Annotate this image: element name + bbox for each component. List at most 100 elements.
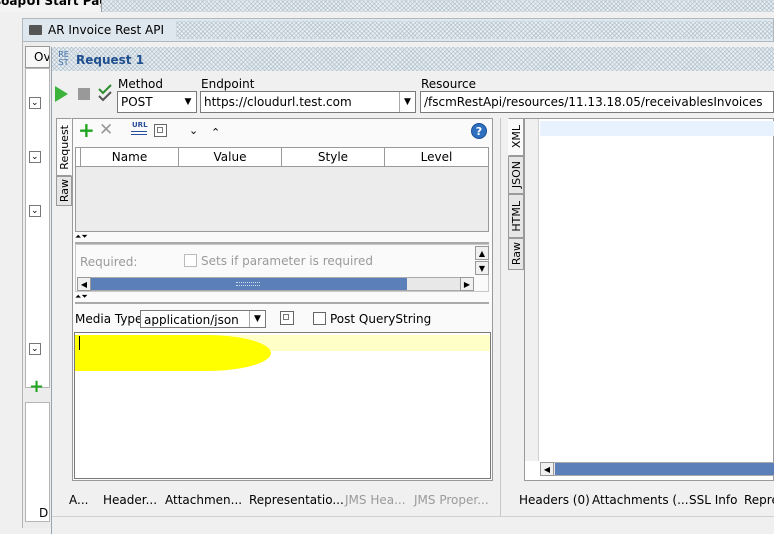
tab-jms-headers: JMS Hea... <box>345 493 406 507</box>
response-hscrollbar-thumb[interactable] <box>555 463 774 475</box>
text-cursor <box>79 336 80 350</box>
params-table: Name Value Style Level <box>75 147 489 232</box>
tab-html-label: HTML <box>509 200 523 232</box>
col-header-name[interactable]: Name <box>81 148 179 166</box>
splitter-arrows-icon[interactable]: ⏶⏷ <box>75 232 88 242</box>
post-querystring-checkbox[interactable] <box>313 312 326 325</box>
project-window-titlebar[interactable]: AR Invoice Rest API <box>22 18 774 42</box>
vscroll-up-icon[interactable]: ▲ <box>475 246 489 260</box>
resource-label: Resource <box>421 77 477 91</box>
tab-raw-right[interactable]: Raw <box>508 238 524 270</box>
tab-xml[interactable]: XML <box>508 118 524 156</box>
required-hint: Sets if parameter is required <box>201 254 373 268</box>
stop-icon[interactable] <box>78 88 90 100</box>
project-overview-tab-label: Ov <box>34 50 50 64</box>
media-type-select[interactable]: application/json ▼ <box>140 310 266 328</box>
chevron-down-icon: ⌄ <box>31 98 39 108</box>
params-table-header-border <box>76 166 488 167</box>
tab-raw-left[interactable]: Raw <box>56 176 72 206</box>
vscroll-down-icon[interactable]: ▼ <box>475 261 489 275</box>
resource-input[interactable]: /fscmRestApi/resources/11.13.18.05/recei… <box>420 91 774 113</box>
add-param-icon[interactable]: + <box>78 120 95 140</box>
response-panel <box>524 118 774 481</box>
top-tab-strip <box>0 0 774 12</box>
redaction-highlight <box>75 335 271 371</box>
tab-request[interactable]: Request <box>56 118 72 176</box>
required-checkbox[interactable] <box>184 254 197 267</box>
help-icon[interactable]: ? <box>471 123 487 139</box>
request-window-titlebar[interactable] <box>52 47 774 71</box>
chevron-down-icon: ▼ <box>184 97 192 107</box>
hscroll-right-icon[interactable]: ▶ <box>460 277 474 291</box>
tab-auth[interactable]: A... <box>69 493 88 507</box>
splitter-arrows-icon[interactable]: ⏶⏷ <box>75 292 88 302</box>
tab-raw-left-label: Raw <box>57 179 71 203</box>
move-down-icon[interactable]: ⌄ <box>189 125 198 136</box>
endpoint-label: Endpoint <box>201 77 255 91</box>
rest-badge-bottom: ST <box>58 58 69 67</box>
start-page-tab[interactable]: soapUI Start Page <box>0 0 102 12</box>
tab-json[interactable]: JSON <box>508 156 524 194</box>
response-hscroll-left-icon[interactable]: ◀ <box>540 462 554 476</box>
col-header-level[interactable]: Level <box>385 148 488 166</box>
run-icon[interactable] <box>55 86 68 102</box>
splitter-2[interactable] <box>75 302 489 304</box>
remove-param-icon[interactable]: ✕ <box>99 121 113 139</box>
media-type-options-icon[interactable] <box>280 311 294 325</box>
rest-badge-icon: RE ST <box>55 50 72 68</box>
tab-ssl-info[interactable]: SSL Info <box>689 493 737 507</box>
request-window-bottom-edge <box>52 516 774 534</box>
start-page-tab-label: soapUI Start Page <box>0 0 101 8</box>
media-type-label: Media Type <box>75 312 143 326</box>
endpoint-value: https://cloudurl.test.com <box>204 95 352 109</box>
tab-headers[interactable]: Header... <box>103 493 157 507</box>
required-label: Required: <box>80 255 138 269</box>
response-gutter <box>525 119 539 461</box>
expand-toggle-1[interactable]: ⌄ <box>29 97 41 109</box>
project-lower-panel <box>25 402 50 522</box>
expand-toggle-2[interactable]: ⌄ <box>29 151 41 163</box>
tab-response-representations[interactable]: Repre <box>744 493 774 507</box>
hscrollbar-thumb[interactable] <box>91 278 407 290</box>
chevron-down-icon: ⌄ <box>31 206 39 216</box>
request-window-title: Request 1 <box>76 53 145 67</box>
method-select[interactable]: POST ▼ <box>117 91 197 113</box>
project-footer-letter: D <box>39 506 49 520</box>
expand-toggle-3[interactable]: ⌄ <box>29 205 41 217</box>
help-icon-text: ? <box>475 124 483 138</box>
chevron-down-icon: ⌄ <box>31 152 39 162</box>
method-value: POST <box>121 95 153 109</box>
post-querystring-label: Post QueryString <box>330 312 432 326</box>
project-overview-tab[interactable]: Ov <box>25 46 50 68</box>
split-divider[interactable] <box>500 118 505 516</box>
project-titlebar-fill <box>176 21 773 39</box>
tab-json-label: JSON <box>509 161 523 189</box>
project-panel <box>25 68 50 388</box>
chevron-down-icon: ⌄ <box>31 344 39 354</box>
col-header-value[interactable]: Value <box>179 148 282 166</box>
url-params-icon[interactable]: URL <box>131 121 149 137</box>
tab-request-label: Request <box>57 124 71 170</box>
add-icon[interactable]: + <box>29 378 44 396</box>
resource-value: /fscmRestApi/resources/11.13.18.05/recei… <box>424 95 763 109</box>
tab-representations[interactable]: Representatio... <box>249 493 344 507</box>
copy-params-icon[interactable] <box>154 124 167 137</box>
chevron-down-icon: ▼ <box>399 92 415 112</box>
move-up-icon[interactable]: ⌃ <box>211 127 220 138</box>
hscroll-left-icon[interactable]: ◀ <box>77 277 91 291</box>
expand-toggle-4[interactable]: ⌄ <box>29 343 41 355</box>
folder-icon <box>29 25 42 35</box>
tab-attachments[interactable]: Attachmen... <box>165 493 242 507</box>
tab-raw-right-label: Raw <box>509 242 523 266</box>
media-type-value: application/json <box>144 313 239 326</box>
endpoint-select[interactable]: https://cloudurl.test.com ▼ <box>200 91 416 113</box>
submit-check-icon[interactable] <box>97 84 113 102</box>
tab-jms-properties: JMS Proper... <box>414 493 489 507</box>
tab-response-headers[interactable]: Headers (0) <box>519 493 590 507</box>
tab-response-attachments[interactable]: Attachments (... <box>592 493 689 507</box>
method-label: Method <box>118 77 164 91</box>
response-current-line <box>540 121 774 136</box>
tab-html[interactable]: HTML <box>508 194 524 238</box>
request-body-editor[interactable] <box>74 332 491 479</box>
col-header-style[interactable]: Style <box>282 148 385 166</box>
